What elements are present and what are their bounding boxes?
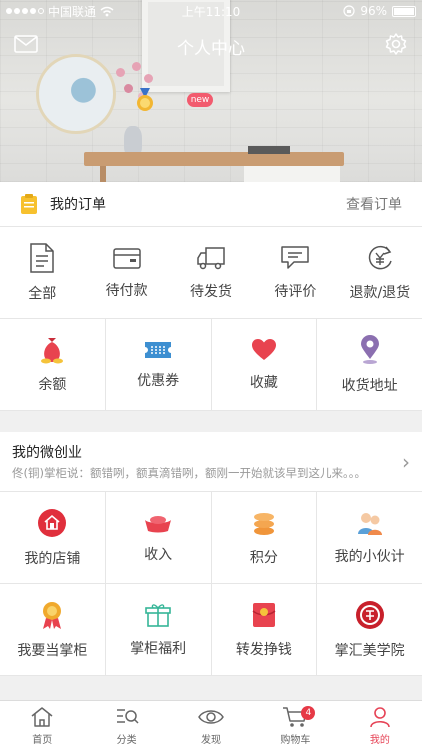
- people-icon: [357, 512, 382, 535]
- medal-icon: [43, 601, 62, 629]
- status-bar: 中国联通 上午11:10 96%: [0, 0, 422, 22]
- clipboard-icon: [21, 194, 37, 214]
- decor-plate: [36, 54, 116, 134]
- points-entry[interactable]: 积分: [211, 492, 318, 584]
- address-entry[interactable]: 收货地址: [317, 319, 422, 411]
- my-business-description: 佟(铜)掌柜说：额错咧，额真滴错咧，额刚一开始就该早到这儿来。。。: [12, 466, 366, 480]
- points-label: 积分: [249, 549, 278, 566]
- navigation-bar: 个人中心: [0, 26, 422, 62]
- coupon-icon: [145, 341, 172, 358]
- address-label: 收货地址: [341, 377, 398, 394]
- manager-benefits-label: 掌柜福利: [130, 640, 187, 657]
- battery-percent: 96%: [360, 4, 387, 18]
- order-refund[interactable]: 退款/退货: [338, 227, 422, 318]
- share-earn-entry[interactable]: 转发挣钱: [211, 584, 318, 676]
- tab-home[interactable]: 首页: [0, 701, 84, 750]
- section-divider: [0, 411, 422, 432]
- coins-icon: [253, 512, 274, 535]
- tab-category[interactable]: 分类: [84, 701, 168, 750]
- tab-category-label: 分类: [116, 734, 137, 746]
- income-entry[interactable]: 收入: [105, 492, 212, 584]
- become-manager-label: 我要当掌柜: [17, 642, 88, 659]
- user-icon: [370, 706, 390, 727]
- order-pending-shipment[interactable]: 待发货: [169, 227, 253, 318]
- view-orders-link[interactable]: 查看订单: [346, 194, 402, 214]
- favorites-label: 收藏: [249, 374, 278, 391]
- home-icon: [31, 706, 53, 727]
- order-all[interactable]: 全部: [0, 227, 84, 318]
- become-manager-entry[interactable]: 我要当掌柜: [0, 584, 106, 676]
- red-envelope-icon: [252, 602, 276, 627]
- clock: 上午11:10: [181, 4, 241, 19]
- carrier-label: 中国联通: [48, 4, 97, 19]
- document-icon: [30, 242, 54, 273]
- tab-discover[interactable]: 发现: [169, 701, 253, 750]
- order-pending-shipment-label: 待发货: [190, 283, 233, 300]
- manager-benefits-entry[interactable]: 掌柜福利: [105, 584, 212, 676]
- signal-icon: [6, 8, 44, 14]
- page-title: 个人中心: [177, 39, 245, 59]
- my-orders-title: 我的订单: [50, 197, 106, 213]
- member-medal-icon[interactable]: [135, 88, 155, 112]
- tab-discover-label: 发现: [201, 734, 222, 746]
- tab-cart[interactable]: 4 购物车: [253, 701, 337, 750]
- shop-icon: [38, 508, 67, 537]
- tab-home-label: 首页: [32, 734, 53, 746]
- heart-icon: [251, 338, 276, 360]
- order-all-label: 全部: [28, 285, 57, 302]
- comment-icon: [281, 245, 310, 269]
- order-refund-label: 退款/退货: [349, 284, 411, 301]
- favorites-entry[interactable]: 收藏: [211, 319, 318, 411]
- academy-label: 掌汇美学院: [334, 642, 405, 659]
- gold-ingot-icon: [145, 515, 172, 532]
- settings-gear-icon[interactable]: [384, 32, 408, 56]
- academy-entry[interactable]: 掌汇美学院: [317, 584, 422, 676]
- business-grid-row1: 我的店铺 收入 积分 我的小伙计: [0, 492, 422, 584]
- location-pin-icon: [360, 334, 379, 364]
- order-pending-payment[interactable]: 待付款: [84, 227, 168, 318]
- order-pending-review[interactable]: 待评价: [253, 227, 337, 318]
- academy-seal-icon: [355, 600, 384, 629]
- tab-mine[interactable]: 我的: [338, 701, 422, 750]
- balance-entry[interactable]: 余额: [0, 319, 106, 411]
- cart-count-badge: 4: [301, 706, 316, 720]
- gift-icon: [145, 603, 171, 627]
- my-business-header[interactable]: 我的微创业 佟(铜)掌柜说：额错咧，额真滴错咧，额刚一开始就该早到这儿来。。。 …: [0, 432, 422, 492]
- table-decor: [84, 152, 344, 166]
- wifi-icon: [100, 6, 114, 16]
- tab-bar: 首页 分类 发现 4 购物车 我的: [0, 700, 422, 750]
- my-shop-label: 我的店铺: [24, 550, 81, 567]
- my-partners-label: 我的小伙计: [334, 548, 405, 565]
- chevron-right-icon: ›: [402, 449, 410, 474]
- my-business-title: 我的微创业: [12, 445, 82, 461]
- my-orders-header[interactable]: 我的订单 查看订单: [0, 182, 422, 227]
- tab-cart-label: 购物车: [280, 734, 311, 746]
- wallet-grid: 余额 优惠券 收藏 收货地址: [0, 319, 422, 411]
- truck-icon: [197, 246, 225, 269]
- tab-mine-label: 我的: [369, 734, 390, 746]
- new-badge: new: [187, 93, 213, 107]
- rotation-lock-icon: [343, 5, 355, 17]
- wallet-icon: [112, 247, 141, 269]
- business-grid-row2: 我要当掌柜 掌柜福利 转发挣钱 掌汇美学院: [0, 584, 422, 676]
- order-pending-payment-label: 待付款: [105, 282, 148, 299]
- money-bag-icon: [41, 337, 64, 363]
- category-search-icon: [116, 708, 139, 724]
- my-partners-entry[interactable]: 我的小伙计: [317, 492, 422, 584]
- order-status-grid: 全部 待付款 待发货 待评价 退款/退货: [0, 227, 422, 319]
- mail-icon[interactable]: [14, 35, 38, 53]
- my-shop-entry[interactable]: 我的店铺: [0, 492, 106, 584]
- battery-icon: [392, 5, 416, 17]
- income-label: 收入: [144, 546, 173, 563]
- coupon-label: 优惠券: [137, 372, 180, 389]
- share-earn-label: 转发挣钱: [235, 641, 292, 658]
- eye-icon: [198, 709, 224, 724]
- coupon-entry[interactable]: 优惠券: [105, 319, 212, 411]
- refund-icon: [368, 245, 392, 269]
- balance-label: 余额: [38, 376, 67, 393]
- order-pending-review-label: 待评价: [274, 283, 317, 300]
